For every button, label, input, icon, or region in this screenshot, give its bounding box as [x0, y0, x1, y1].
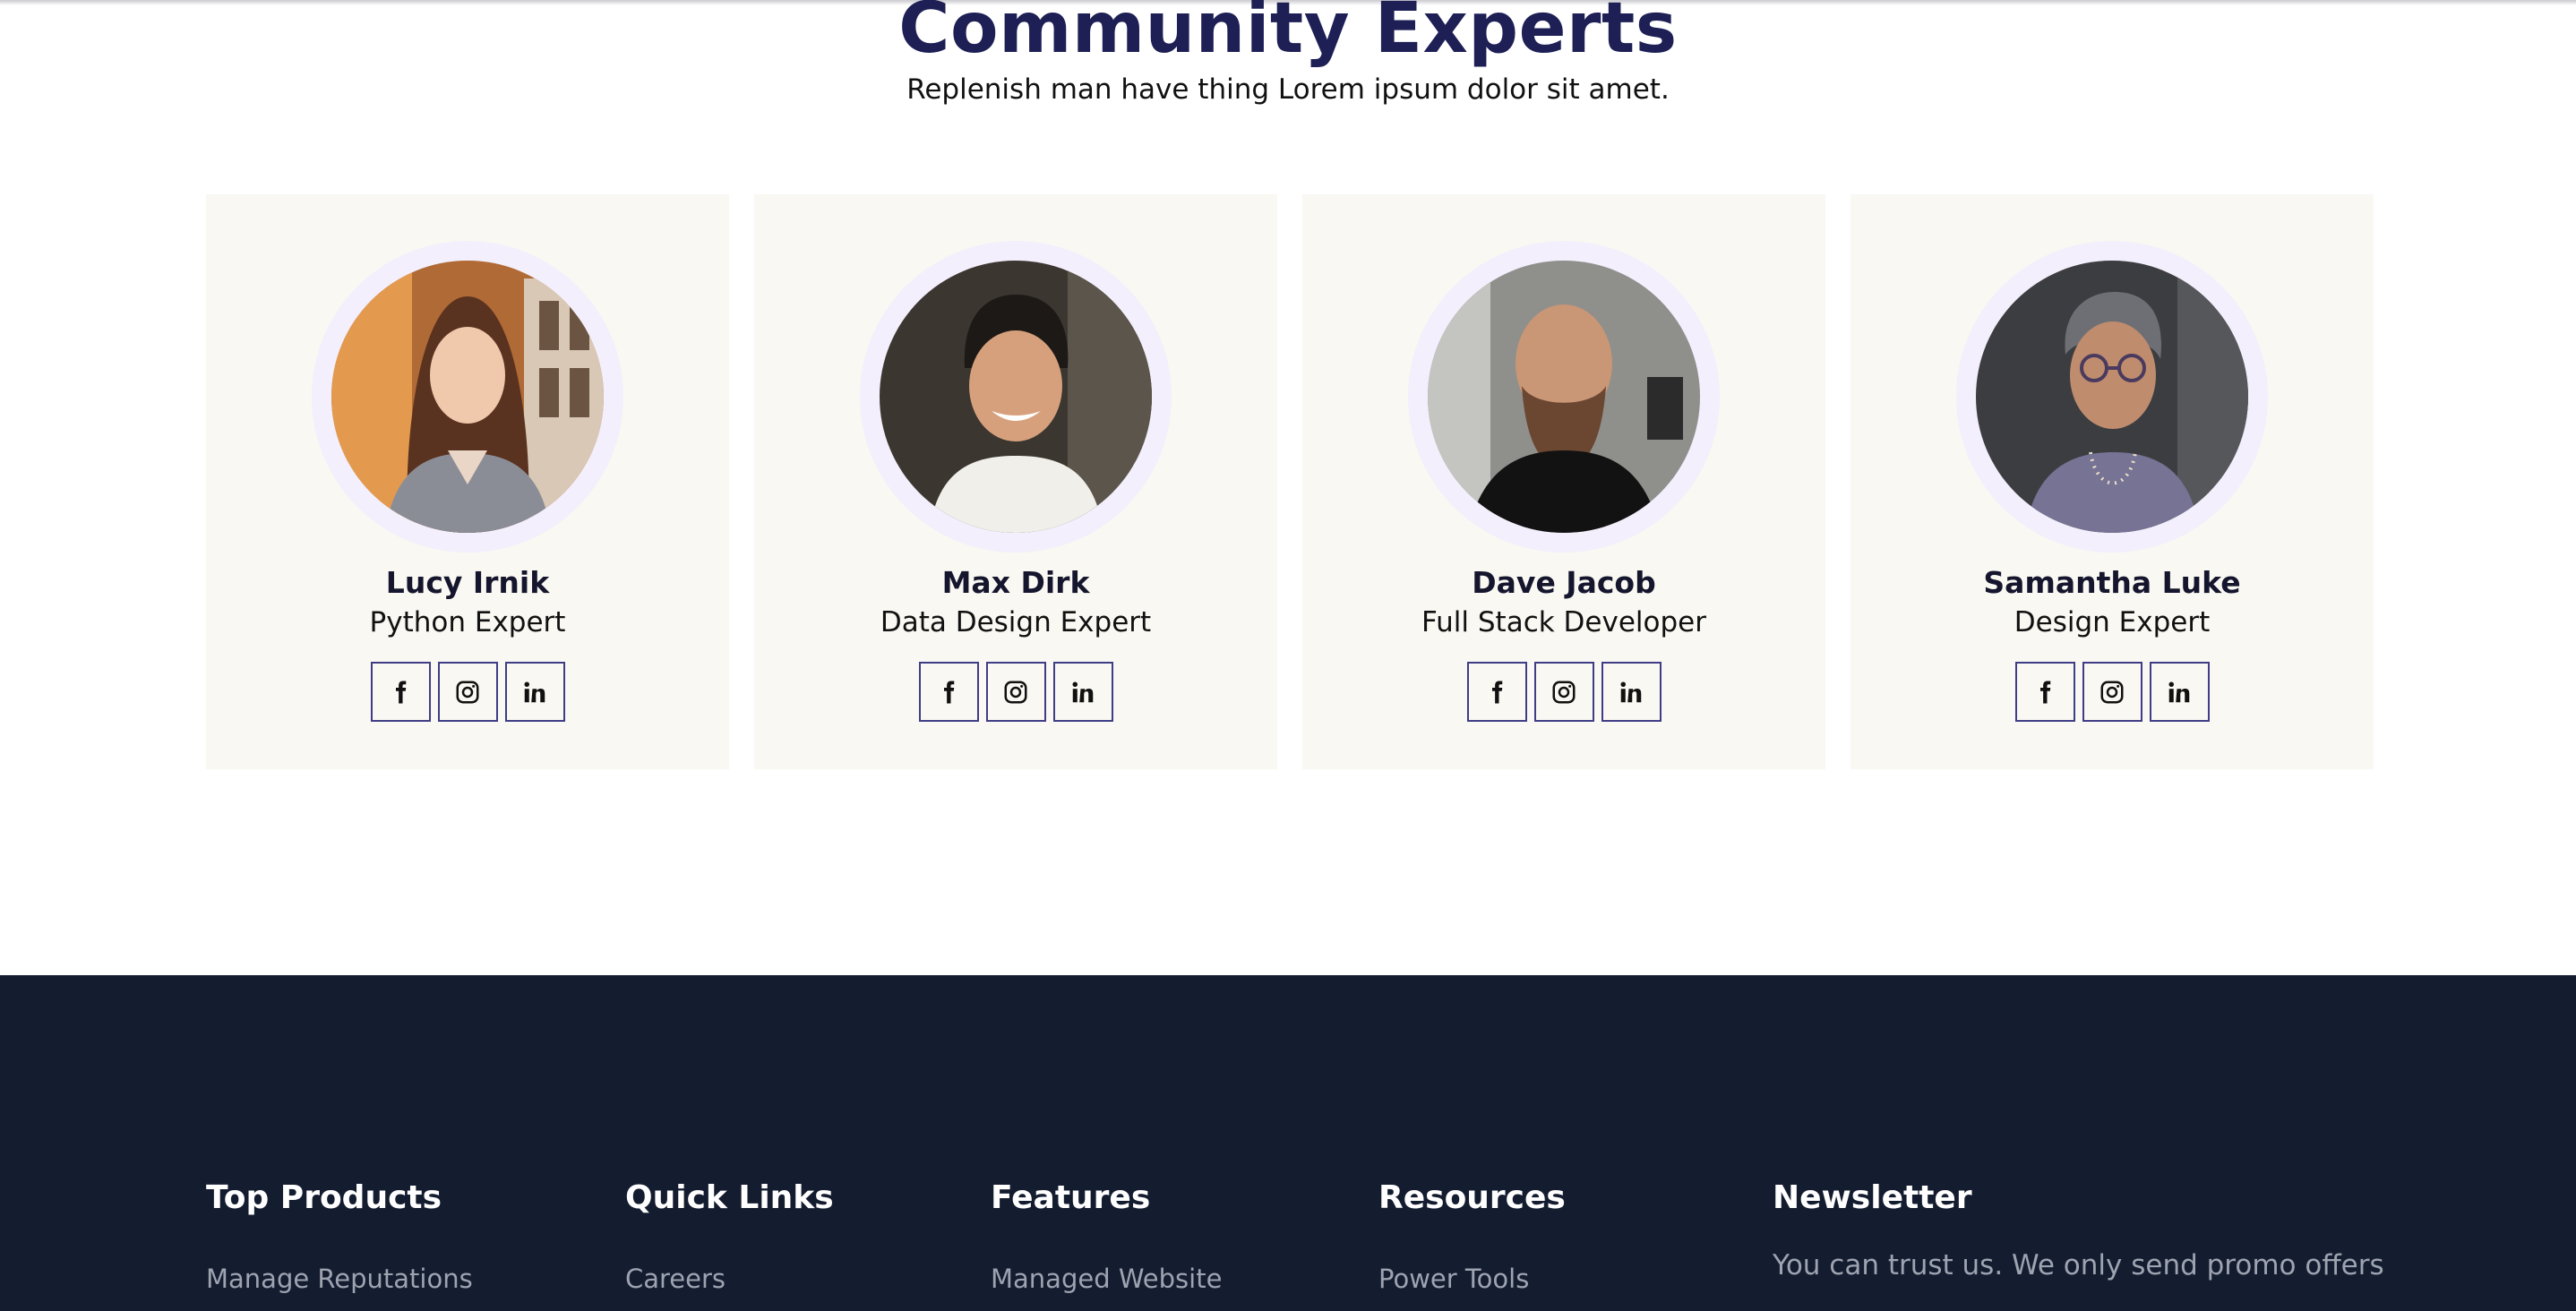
- social-links: [206, 662, 729, 722]
- expert-name: Dave Jacob: [1472, 565, 1656, 600]
- linkedin-button[interactable]: [504, 662, 565, 722]
- instagram-icon: [1004, 681, 1027, 703]
- expert-role: Data Design Expert: [880, 606, 1152, 638]
- footer-column-features: Features Managed Website: [991, 1179, 1222, 1294]
- linkedin-button[interactable]: [2149, 662, 2210, 722]
- facebook-button[interactable]: [918, 662, 979, 722]
- section-title: Community Experts: [898, 0, 1678, 69]
- footer: Top Products Manage Reputations Quick Li…: [0, 975, 2576, 1311]
- expert-role: Python Expert: [369, 606, 566, 638]
- newsletter-text: You can trust us. We only send promo off…: [1773, 1249, 2384, 1281]
- avatar: [1428, 261, 1700, 533]
- footer-link[interactable]: Careers: [625, 1264, 726, 1294]
- instagram-icon: [456, 681, 479, 703]
- social-links: [1302, 662, 1825, 722]
- avatar-ring: [1408, 241, 1720, 553]
- expert-role: Full Stack Developer: [1421, 606, 1706, 638]
- instagram-button[interactable]: [1533, 662, 1594, 722]
- linkedin-icon: [1620, 681, 1642, 702]
- avatar: [1976, 261, 2248, 533]
- linkedin-icon: [2168, 681, 2190, 702]
- instagram-icon: [1552, 681, 1576, 703]
- avatar-ring: [1956, 241, 2268, 553]
- avatar-ring: [312, 241, 623, 553]
- footer-heading: Resources: [1378, 1179, 1566, 1216]
- footer-column-quick-links: Quick Links Careers: [625, 1179, 834, 1294]
- footer-column-top-products: Top Products Manage Reputations: [206, 1179, 473, 1294]
- instagram-icon: [2100, 681, 2124, 703]
- expert-role: Design Expert: [2014, 606, 2211, 638]
- linkedin-icon: [524, 681, 545, 702]
- linkedin-button[interactable]: [1601, 662, 1662, 722]
- social-links: [1850, 662, 2374, 722]
- expert-name: Max Dirk: [941, 565, 1090, 600]
- footer-column-newsletter: Newsletter You can trust us. We only sen…: [1773, 1179, 2384, 1281]
- expert-name: Lucy Irnik: [385, 565, 550, 600]
- footer-link[interactable]: Power Tools: [1378, 1264, 1529, 1294]
- avatar: [331, 261, 604, 533]
- footer-heading: Quick Links: [625, 1179, 834, 1216]
- expert-card: Dave Jacob Full Stack Developer: [1302, 194, 1825, 769]
- instagram-button[interactable]: [985, 662, 1046, 722]
- instagram-button[interactable]: [2082, 662, 2142, 722]
- instagram-button[interactable]: [437, 662, 498, 722]
- facebook-icon: [396, 681, 407, 703]
- footer-heading: Newsletter: [1773, 1179, 1972, 1216]
- facebook-button[interactable]: [370, 662, 431, 722]
- footer-link[interactable]: Manage Reputations: [206, 1264, 473, 1294]
- expert-card: Max Dirk Data Design Expert: [754, 194, 1277, 769]
- avatar-ring: [860, 241, 1172, 553]
- footer-link[interactable]: Managed Website: [991, 1264, 1222, 1294]
- social-links: [754, 662, 1277, 722]
- footer-heading: Features: [991, 1179, 1151, 1216]
- section-subtitle: Replenish man have thing Lorem ipsum dol…: [906, 73, 1670, 106]
- footer-column-resources: Resources Power Tools: [1378, 1179, 1566, 1294]
- facebook-button[interactable]: [1466, 662, 1527, 722]
- footer-heading: Top Products: [206, 1179, 442, 1216]
- facebook-icon: [944, 681, 955, 703]
- facebook-icon: [2040, 681, 2051, 703]
- expert-name: Samantha Luke: [1983, 565, 2241, 600]
- avatar: [880, 261, 1152, 533]
- linkedin-button[interactable]: [1052, 662, 1113, 722]
- facebook-icon: [1492, 681, 1503, 703]
- facebook-button[interactable]: [2014, 662, 2075, 722]
- expert-card: Samantha Luke Design Expert: [1850, 194, 2374, 769]
- linkedin-icon: [1072, 681, 1094, 702]
- expert-card: Lucy Irnik Python Expert: [206, 194, 729, 769]
